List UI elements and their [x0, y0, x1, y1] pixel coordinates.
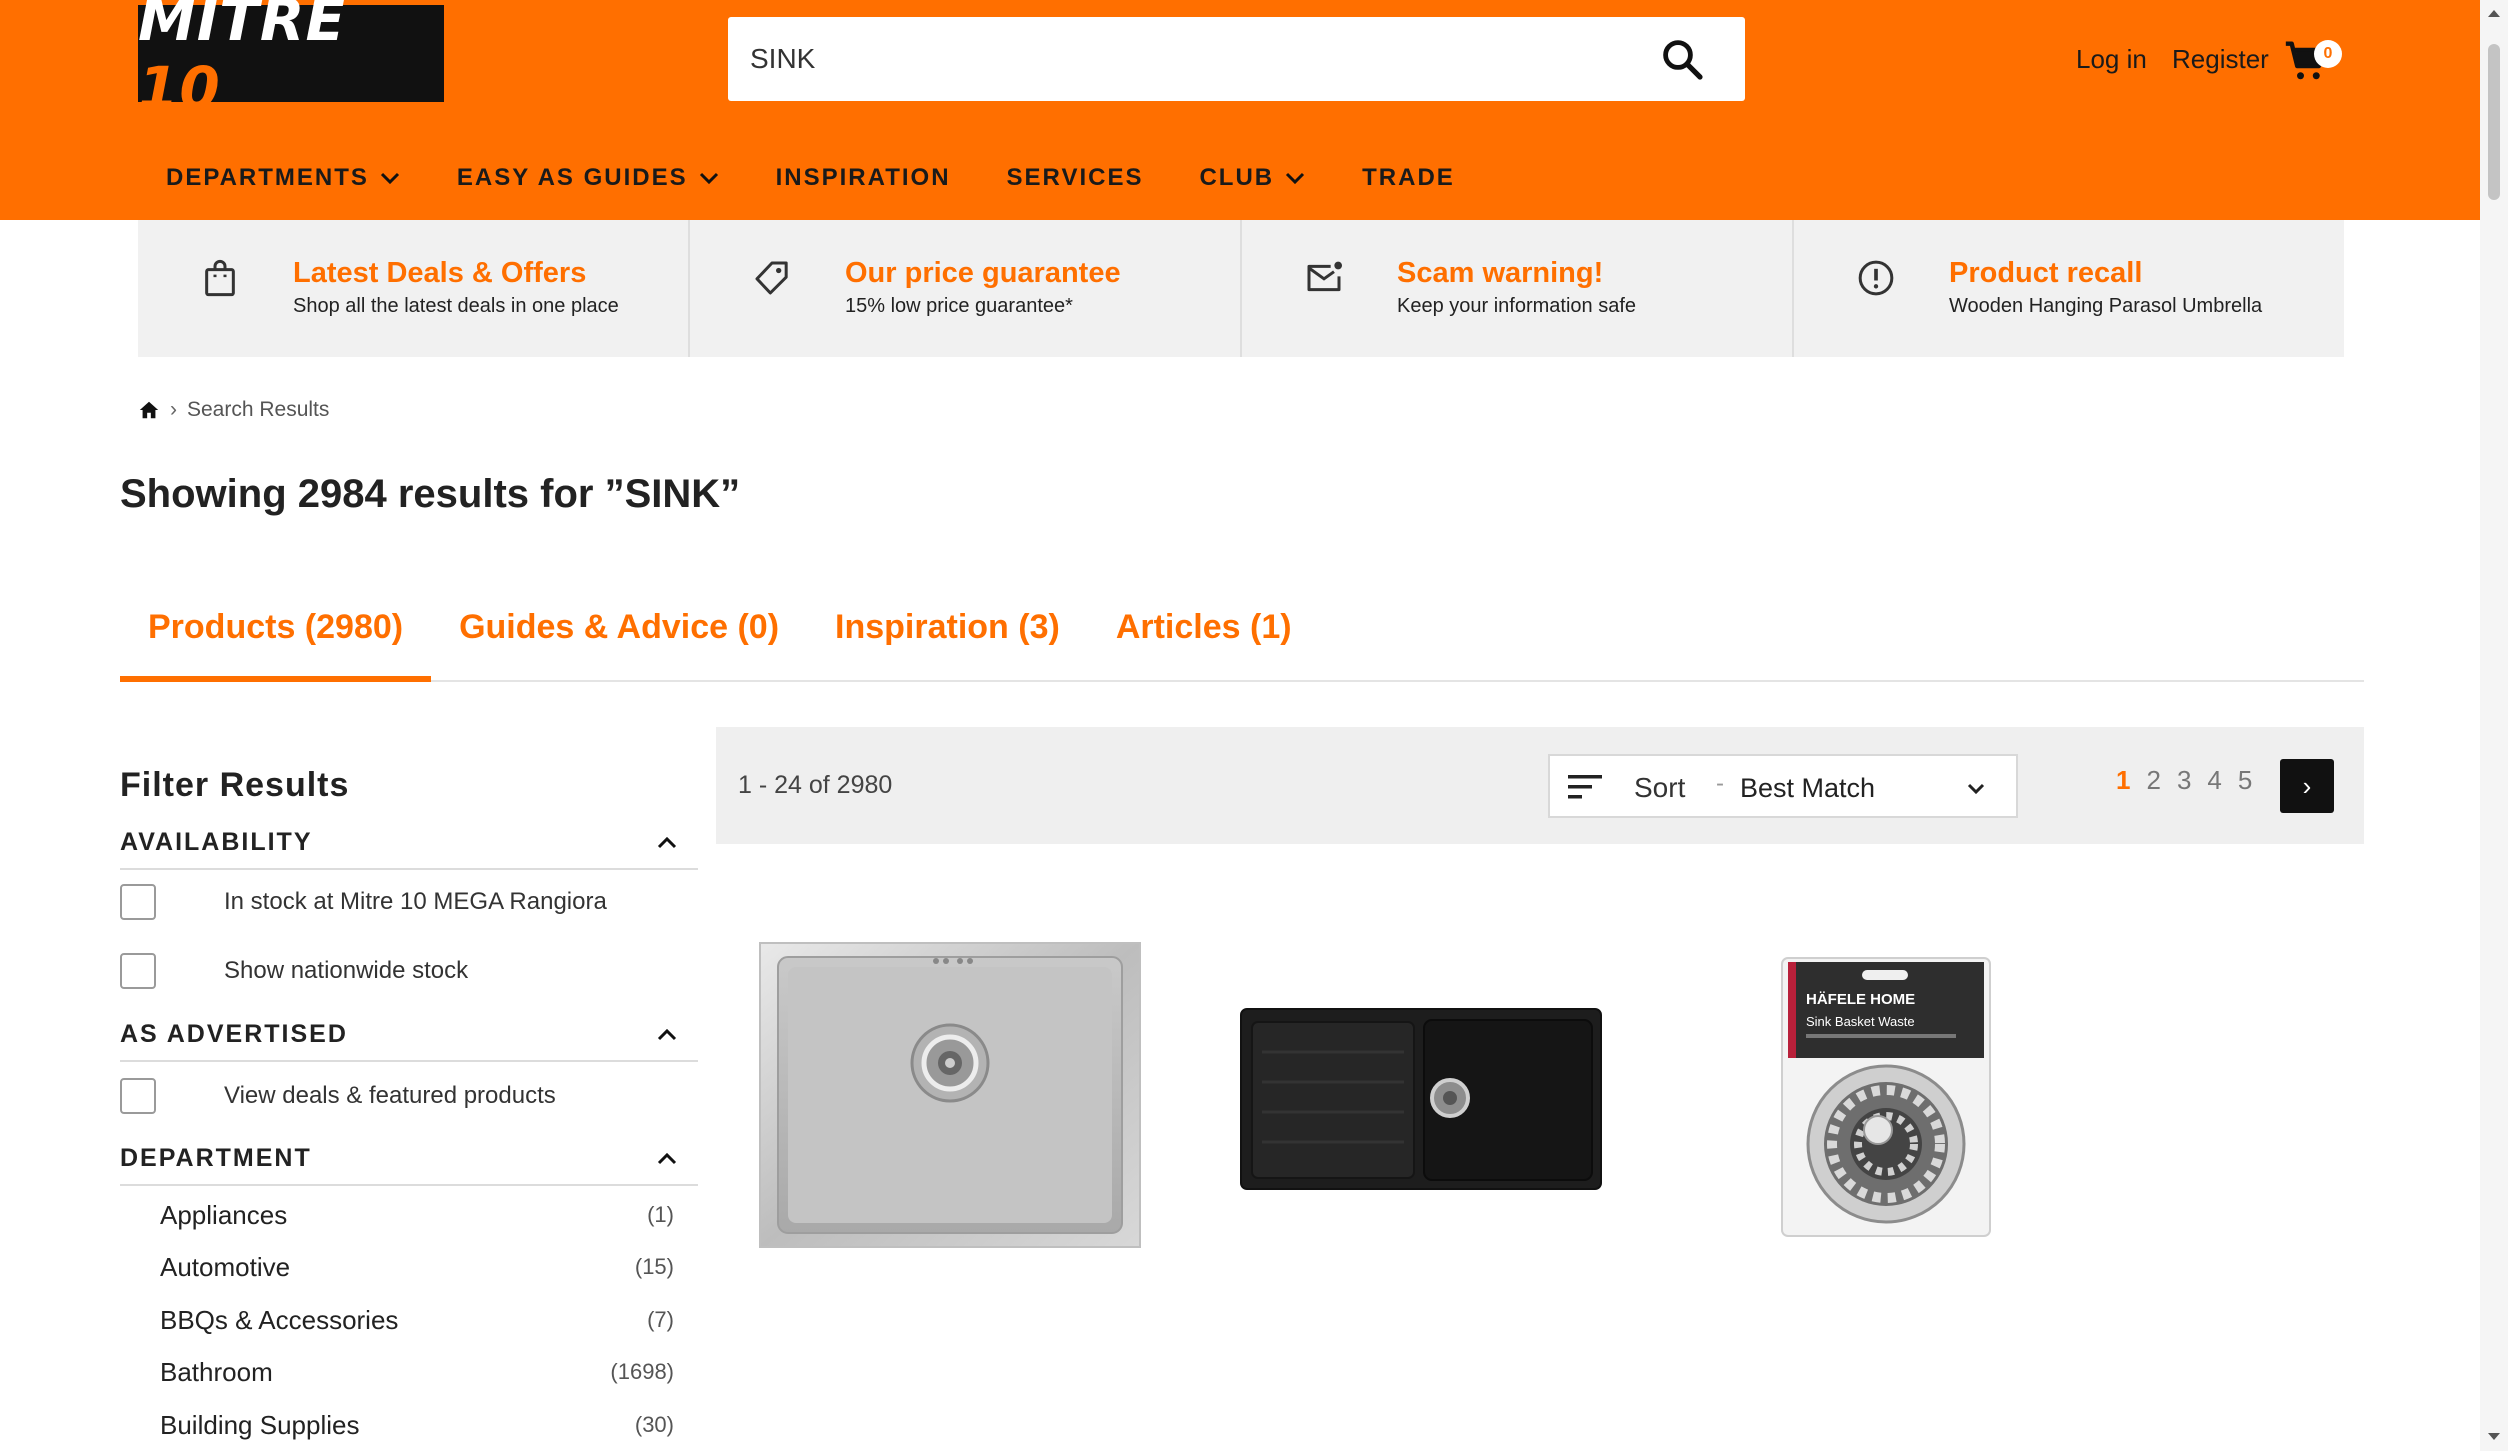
promo-subtitle: Keep your information safe: [1397, 295, 1637, 317]
product-image-sink-basket-waste[interactable]: HÄFELE HOME Sink Basket Waste: [1778, 954, 1994, 1240]
promo-title: Our price guarantee: [845, 257, 1121, 289]
page-2[interactable]: 2: [2146, 765, 2160, 796]
nav-departments[interactable]: DEPARTMENTS: [166, 164, 401, 192]
promo-subtitle: 15% low price guarantee*: [845, 295, 1073, 317]
chevron-down-icon: [1286, 172, 1305, 185]
chevron-down-icon: [1967, 783, 1985, 795]
promo-product-recall[interactable]: Product recall Wooden Hanging Parasol Um…: [1794, 220, 2344, 357]
breadcrumb-current: Search Results: [187, 398, 330, 421]
breadcrumb: › Search Results: [138, 398, 329, 422]
promo-strip: Latest Deals & Offers Shop all the lates…: [138, 220, 2344, 357]
chevron-up-icon: [657, 1028, 677, 1041]
package-brand: HÄFELE HOME: [1806, 991, 1915, 1008]
breadcrumb-separator: ›: [170, 398, 177, 421]
sort-icon: [1568, 775, 1602, 799]
department-item-automotive[interactable]: Automotive (15): [160, 1248, 674, 1288]
page-title: Showing 2984 results for ”SINK”: [120, 472, 741, 516]
package-title: Sink Basket Waste: [1806, 1014, 1915, 1029]
search-box: [728, 17, 1745, 101]
pagination: 1 2 3 4 5: [2116, 765, 2268, 796]
filter-option-deals[interactable]: View deals & featured products: [120, 1076, 556, 1116]
promo-scam-warning[interactable]: Scam warning! Keep your information safe: [1242, 220, 1794, 357]
chevron-down-icon: [380, 172, 399, 185]
tab-articles[interactable]: Articles (1): [1088, 600, 1320, 682]
mitre10-logo[interactable]: MITRE 10: [138, 0, 444, 122]
price-tag-icon: [755, 261, 788, 295]
product-image-stainless-sink[interactable]: [758, 905, 1144, 1250]
tab-inspiration[interactable]: Inspiration (3): [807, 600, 1088, 682]
nav-easy-as-guides[interactable]: EASY AS GUIDES: [457, 164, 720, 192]
site-header: MITRE 10 Log in Register 0 DEPARTMENTS E…: [0, 0, 2480, 220]
scroll-down-arrow-icon[interactable]: [2486, 1432, 2502, 1442]
filter-option-nationwide[interactable]: Show nationwide stock: [120, 951, 468, 991]
results-tabs: Products (2980) Guides & Advice (0) Insp…: [120, 600, 2364, 682]
nav-club[interactable]: CLUB: [1199, 164, 1306, 192]
promo-subtitle: Shop all the latest deals in one place: [293, 295, 619, 317]
checkbox[interactable]: [120, 884, 156, 920]
cart-count-badge: 0: [2314, 40, 2342, 68]
checkbox[interactable]: [120, 1078, 156, 1114]
search-icon[interactable]: [1658, 35, 1706, 83]
page-1[interactable]: 1: [2116, 765, 2130, 796]
promo-latest-deals[interactable]: Latest Deals & Offers Shop all the lates…: [138, 220, 690, 357]
tab-guides-advice[interactable]: Guides & Advice (0): [431, 600, 807, 682]
promo-subtitle: Wooden Hanging Parasol Umbrella: [1949, 295, 2263, 317]
department-item-bathroom[interactable]: Bathroom (1698): [160, 1353, 674, 1393]
department-item-appliances[interactable]: Appliances (1): [160, 1196, 674, 1236]
sort-selected-value: Best Match: [1740, 773, 1876, 803]
chevron-down-icon: [699, 172, 718, 185]
home-icon[interactable]: [138, 399, 160, 421]
page-3[interactable]: 3: [2177, 765, 2191, 796]
scroll-up-arrow-icon[interactable]: [2486, 8, 2502, 18]
next-page-button[interactable]: ›: [2280, 759, 2334, 813]
sort-dropdown[interactable]: Sort - Best Match: [1548, 754, 2018, 818]
search-input[interactable]: [750, 17, 1630, 101]
mail-alert-icon: [1307, 261, 1342, 292]
nav-trade[interactable]: TRADE: [1362, 164, 1455, 192]
results-toolbar: 1 - 24 of 2980 Sort - Best Match 1 2 3 4…: [716, 727, 2364, 844]
filter-section-as-advertised[interactable]: AS ADVERTISED: [120, 1012, 698, 1062]
department-item-bbqs[interactable]: BBQs & Accessories (7): [160, 1301, 674, 1341]
nav-inspiration[interactable]: INSPIRATION: [776, 164, 951, 192]
tab-products[interactable]: Products (2980): [120, 600, 432, 682]
nav-services[interactable]: SERVICES: [1007, 164, 1144, 192]
alert-circle-icon: [1858, 260, 1894, 296]
results-count: 1 - 24 of 2980: [738, 771, 893, 799]
main-nav: DEPARTMENTS EASY AS GUIDES INSPIRATION S…: [166, 158, 1511, 198]
chevron-up-icon: [657, 836, 677, 849]
promo-title: Scam warning!: [1397, 257, 1604, 289]
promo-title: Latest Deals & Offers: [293, 257, 587, 289]
page-4[interactable]: 4: [2207, 765, 2221, 796]
page-scrollbar[interactable]: [2480, 0, 2508, 1451]
scrollbar-thumb[interactable]: [2488, 44, 2500, 200]
checkbox[interactable]: [120, 953, 156, 989]
department-item-building-supplies[interactable]: Building Supplies (30): [160, 1406, 674, 1446]
filter-option-in-stock[interactable]: In stock at Mitre 10 MEGA Rangiora: [120, 882, 607, 922]
shopping-bag-icon: [205, 259, 235, 297]
page-5[interactable]: 5: [2238, 765, 2252, 796]
chevron-up-icon: [657, 1152, 677, 1165]
filter-section-availability[interactable]: AVAILABILITY: [120, 820, 698, 870]
promo-price-guarantee[interactable]: Our price guarantee 15% low price guaran…: [690, 220, 1242, 357]
login-link[interactable]: Log in: [2076, 44, 2147, 75]
product-image-black-sink[interactable]: [1240, 1008, 1602, 1190]
register-link[interactable]: Register: [2172, 44, 2269, 75]
filter-results-heading: Filter Results: [120, 766, 350, 804]
filter-section-department[interactable]: DEPARTMENT: [120, 1136, 698, 1186]
promo-title: Product recall: [1949, 257, 2143, 289]
